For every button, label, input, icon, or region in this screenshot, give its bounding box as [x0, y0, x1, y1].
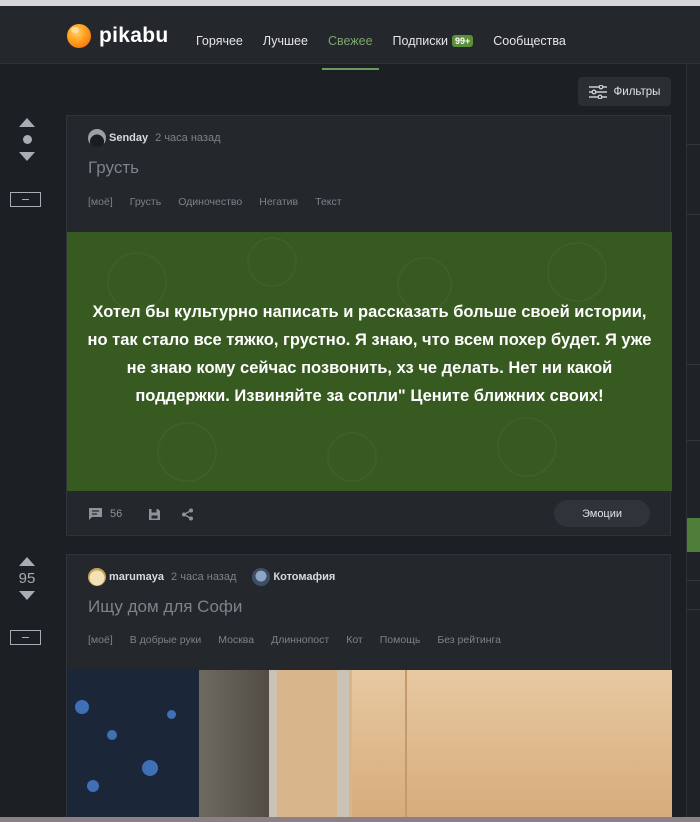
background-pattern	[547, 242, 607, 302]
filters-icon	[588, 84, 607, 99]
pikabu-logo[interactable]: pikabu	[67, 22, 168, 50]
community-name: Котомафия	[273, 571, 336, 583]
post-body-text: Хотел бы культурно написать и рассказать…	[87, 303, 652, 405]
nav-fresh-label: Свежее	[327, 34, 373, 48]
community-avatar	[252, 568, 271, 586]
tag[interactable]: Кот	[346, 634, 363, 646]
downvote-icon[interactable]	[19, 591, 35, 600]
photo-window-dark	[67, 670, 199, 820]
photo-detail	[167, 710, 176, 719]
tag[interactable]: [моё]	[88, 196, 113, 208]
nav-communities-label: Сообщества	[493, 34, 566, 48]
nav-best[interactable]: Лучшее	[253, 12, 318, 70]
tag[interactable]: Грусть	[130, 196, 161, 208]
tag[interactable]: Москва	[218, 634, 254, 646]
story-actions: 56	[88, 505, 201, 523]
pikabu-logo-icon	[67, 24, 91, 48]
top-navigation-bar: pikabu Горячее Лучшее Свежее Подписки 99+…	[0, 0, 700, 70]
rating-hidden-dot	[22, 135, 32, 144]
rating-value: 95	[18, 570, 36, 587]
author-name[interactable]: marumaya	[109, 571, 164, 583]
photo-window-frame	[199, 670, 269, 820]
story-meta: Senday 2 часа назад	[88, 129, 237, 147]
upvote-icon[interactable]	[19, 118, 35, 127]
nav-hot[interactable]: Горячее	[186, 12, 253, 70]
post-time[interactable]: 2 часа назад	[171, 571, 236, 583]
avatar[interactable]	[88, 568, 106, 586]
nav-hot-label: Горячее	[196, 34, 243, 48]
tag[interactable]: Длиннопост	[271, 634, 329, 646]
photo-detail	[75, 700, 89, 714]
tag[interactable]: Без рейтинга	[437, 634, 501, 646]
sidebar-green-button[interactable]	[687, 518, 700, 552]
post-time[interactable]: 2 часа назад	[155, 132, 220, 144]
nav-communities[interactable]: Сообщества	[483, 12, 576, 70]
nav-best-label: Лучшее	[262, 34, 308, 48]
tag[interactable]: Негатив	[259, 196, 298, 208]
text-image-block: Хотел бы культурно написать и рассказать…	[67, 232, 672, 491]
sidebar-divider	[687, 214, 700, 215]
author-name[interactable]: Senday	[109, 132, 148, 144]
comments-icon[interactable]	[88, 507, 103, 521]
photo-wall	[352, 670, 672, 820]
photo-detail	[87, 780, 99, 792]
background-pattern	[157, 422, 217, 482]
share-icon[interactable]	[181, 508, 194, 521]
tag[interactable]: В добрые руки	[130, 634, 201, 646]
photo-window-rail	[269, 670, 277, 820]
right-sidebar-edge	[686, 64, 700, 822]
story-card: marumaya 2 часа назад Котомафия Ищу дом …	[66, 554, 672, 822]
tag-list: [моё] Грусть Одиночество Негатив Текст	[88, 196, 359, 208]
upvote-icon[interactable]	[19, 557, 35, 566]
collapse-story-button[interactable]	[10, 630, 41, 645]
minus-icon	[22, 637, 29, 638]
nav-subscriptions-label: Подписки	[392, 34, 448, 48]
tag[interactable]: [моё]	[88, 634, 113, 646]
taskbar-edge	[0, 817, 700, 822]
tag-list: [моё] В добрые руки Москва Длиннопост Ко…	[88, 634, 518, 646]
story-1-vote	[10, 118, 44, 161]
emotions-button[interactable]: Эмоции	[554, 500, 650, 527]
community-link[interactable]: Котомафия	[252, 568, 335, 586]
downvote-icon[interactable]	[19, 152, 35, 161]
background-pattern	[247, 237, 297, 287]
tag[interactable]: Помощь	[380, 634, 421, 646]
story-meta: marumaya 2 часа назад Котомафия	[88, 568, 335, 586]
filters-button[interactable]: Фильтры	[578, 77, 671, 106]
photo-window-rail	[337, 670, 349, 820]
story-2-vote: 95	[10, 557, 44, 600]
tag[interactable]: Текст	[315, 196, 341, 208]
background-pattern	[327, 432, 377, 482]
collapse-story-button[interactable]	[10, 192, 41, 207]
nav-subscriptions[interactable]: Подписки 99+	[383, 12, 484, 70]
story-title[interactable]: Ищу дом для Софи	[88, 597, 242, 617]
nav-fresh[interactable]: Свежее	[318, 12, 383, 70]
story-card: Senday 2 часа назад Грусть [моё] Грусть …	[66, 115, 672, 536]
post-photo[interactable]	[67, 670, 672, 820]
filters-label: Фильтры	[613, 85, 661, 98]
story-title[interactable]: Грусть	[88, 158, 139, 178]
sidebar-divider	[687, 364, 700, 365]
save-icon[interactable]	[148, 508, 161, 521]
sidebar-divider	[687, 440, 700, 441]
background-pattern	[497, 417, 557, 477]
photo-wall-edge	[405, 670, 407, 820]
tag[interactable]: Одиночество	[178, 196, 242, 208]
sidebar-divider	[687, 609, 700, 610]
photo-detail	[107, 730, 117, 740]
minus-icon	[22, 199, 29, 200]
comments-count[interactable]: 56	[110, 508, 122, 520]
avatar[interactable]	[88, 129, 106, 147]
sidebar-divider	[687, 580, 700, 581]
logo-text: pikabu	[99, 24, 169, 47]
main-nav: Горячее Лучшее Свежее Подписки 99+ Сообще…	[186, 12, 576, 70]
subscriptions-badge: 99+	[451, 35, 474, 47]
sidebar-divider	[687, 144, 700, 145]
photo-detail	[142, 760, 158, 776]
